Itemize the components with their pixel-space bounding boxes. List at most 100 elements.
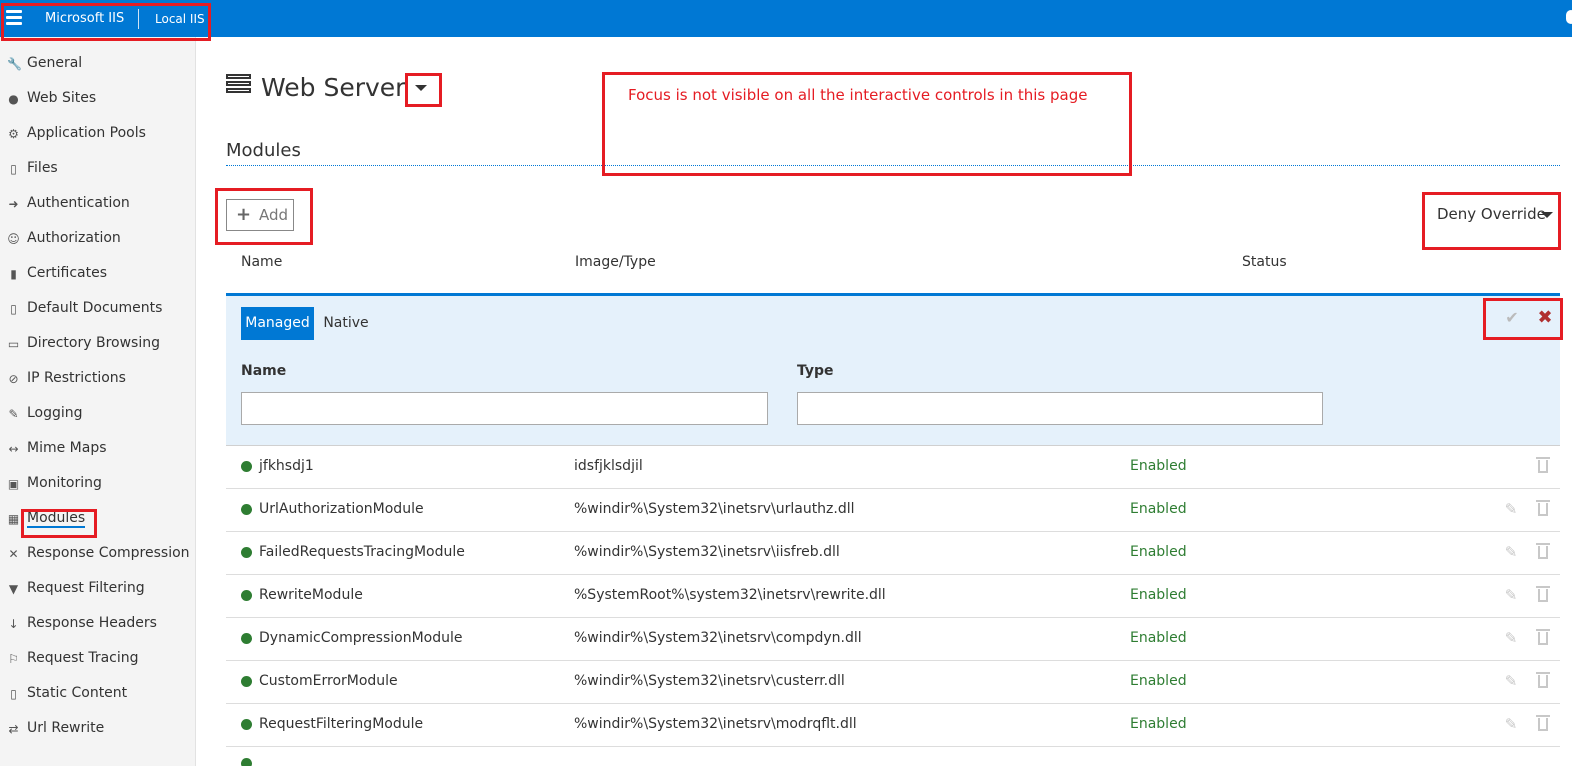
table-row-partial[interactable]: [226, 754, 1560, 766]
module-image: idsfjklsdjil: [574, 458, 643, 474]
trash-icon[interactable]: [1534, 543, 1552, 561]
status-dot-icon: [241, 633, 252, 644]
sidebar-item-authorization[interactable]: ☺ Authorization: [0, 225, 196, 255]
server-icon: [226, 74, 251, 96]
sidebar-item-response-compression[interactable]: ✕ Response Compression: [0, 540, 196, 570]
sidebar-item-label: IP Restrictions: [27, 370, 126, 386]
sidebar-item-label: Request Tracing: [27, 650, 139, 666]
module-name: RewriteModule: [259, 587, 363, 603]
column-header-status[interactable]: Status: [1242, 254, 1287, 270]
top-bar: Microsoft IIS Local IIS: [0, 0, 1572, 37]
trash-icon[interactable]: [1534, 629, 1552, 647]
trash-icon[interactable]: [1534, 715, 1552, 733]
module-status: Enabled: [1130, 587, 1187, 603]
pencil-icon[interactable]: ✎: [1502, 629, 1520, 647]
status-dot-icon: [241, 676, 252, 687]
annotation-box-title-dropdown: [405, 73, 442, 107]
sidebar-item-response-headers[interactable]: ↓ Response Headers: [0, 610, 196, 640]
sidebar-item-label: Static Content: [27, 685, 128, 701]
sidebar-item-ip-restrictions[interactable]: ⊘ IP Restrictions: [0, 365, 196, 395]
table-row[interactable]: RequestFilteringModule %windir%\System32\…: [226, 704, 1560, 747]
annotation-box-topbar: [1, 3, 211, 41]
gears-icon: ⚙: [8, 127, 19, 141]
tab-managed[interactable]: Managed: [241, 307, 314, 340]
file-icon: ▯: [10, 687, 17, 701]
module-status: Enabled: [1130, 544, 1187, 560]
sidebar-item-certificates[interactable]: ▮ Certificates: [0, 260, 196, 290]
sidebar-item-general[interactable]: 🔧 General: [0, 50, 196, 80]
sidebar-item-directory-browsing[interactable]: ▭ Directory Browsing: [0, 330, 196, 360]
arrow-down-icon: ↓: [8, 617, 19, 631]
sidebar-item-web-sites[interactable]: ● Web Sites: [0, 85, 196, 115]
module-name: UrlAuthorizationModule: [259, 501, 424, 517]
trash-icon[interactable]: [1534, 586, 1552, 604]
document-icon: ▯: [10, 302, 17, 316]
sidebar-item-authentication[interactable]: ➜ Authentication: [0, 190, 196, 220]
sidebar-item-label: Default Documents: [27, 300, 163, 316]
sidebar-item-label: Web Sites: [27, 90, 97, 106]
pencil-icon[interactable]: ✎: [1502, 672, 1520, 690]
module-name: CustomErrorModule: [259, 673, 398, 689]
wrench-icon: 🔧: [7, 57, 22, 71]
module-name: FailedRequestsTracingModule: [259, 544, 465, 560]
annotation-box-confirm-cancel: [1483, 298, 1563, 340]
pencil-icon[interactable]: ✎: [1502, 715, 1520, 733]
sidebar-item-mime-maps[interactable]: ↔ Mime Maps: [0, 435, 196, 465]
table-row[interactable]: CustomErrorModule %windir%\System32\inets…: [226, 661, 1560, 704]
arrows-h-icon: ↔: [8, 442, 19, 456]
sidebar-item-label: Authentication: [27, 195, 130, 211]
status-dot-icon: [241, 504, 252, 515]
table-row[interactable]: FailedRequestsTracingModule %windir%\Syst…: [226, 532, 1560, 575]
ban-icon: ⊘: [8, 372, 19, 386]
module-status: Enabled: [1130, 501, 1187, 517]
sidebar-item-files[interactable]: ▯ Files: [0, 155, 196, 185]
status-dot-icon: [241, 758, 252, 766]
sign-in-icon: ➜: [8, 197, 19, 211]
module-name: jfkhsdj1: [259, 458, 314, 474]
module-name: DynamicCompressionModule: [259, 630, 463, 646]
type-field-label: Type: [797, 363, 834, 379]
files-icon: ▯: [10, 162, 17, 176]
name-input[interactable]: [241, 392, 768, 425]
sidebar-item-request-tracing[interactable]: ⚐ Request Tracing: [0, 645, 196, 675]
pencil-icon[interactable]: ✎: [1502, 500, 1520, 518]
folder-open-icon: ▭: [7, 337, 20, 351]
medkit-icon: ▣: [7, 477, 20, 491]
sidebar-item-static-content[interactable]: ▯ Static Content: [0, 680, 196, 710]
type-input[interactable]: [797, 392, 1323, 425]
module-image: %SystemRoot%\system32\inetsrv\rewrite.dl…: [574, 587, 886, 603]
trash-icon[interactable]: [1534, 457, 1552, 475]
trash-icon[interactable]: [1534, 672, 1552, 690]
column-header-image-type[interactable]: Image/Type: [575, 254, 656, 270]
pencil-icon[interactable]: ✎: [1502, 543, 1520, 561]
compress-icon: ✕: [8, 547, 19, 561]
module-image: %windir%\System32\inetsrv\iisfreb.dll: [574, 544, 840, 560]
table-row[interactable]: RewriteModule %SystemRoot%\system32\inets…: [226, 575, 1560, 618]
module-image: %windir%\System32\inetsrv\custerr.dll: [574, 673, 845, 689]
sidebar-item-monitoring[interactable]: ▣ Monitoring: [0, 470, 196, 500]
sidebar-item-url-rewrite[interactable]: ⇄ Url Rewrite: [0, 715, 196, 745]
sidebar-item-label: Request Filtering: [27, 580, 145, 596]
tab-native[interactable]: Native: [314, 307, 378, 340]
table-row[interactable]: UrlAuthorizationModule %windir%\System32\…: [226, 489, 1560, 532]
table-row[interactable]: DynamicCompressionModule %windir%\System3…: [226, 618, 1560, 661]
module-status: Enabled: [1130, 673, 1187, 689]
status-dot-icon: [241, 547, 252, 558]
pencil-icon[interactable]: ✎: [1502, 586, 1520, 604]
filter-icon: ▼: [8, 582, 19, 596]
column-header-name[interactable]: Name: [241, 254, 282, 270]
sidebar-item-label: Response Compression: [27, 545, 190, 561]
settings-icon[interactable]: [1566, 10, 1572, 24]
sidebar-item-application-pools[interactable]: ⚙ Application Pools: [0, 120, 196, 150]
module-status: Enabled: [1130, 716, 1187, 732]
trash-icon[interactable]: [1534, 500, 1552, 518]
sidebar-item-request-filtering[interactable]: ▼ Request Filtering: [0, 575, 196, 605]
table-row[interactable]: jfkhsdj1 idsfjklsdjil Enabled: [226, 446, 1560, 489]
grid-icon: ▦: [7, 512, 20, 526]
lock-icon: ▮: [10, 267, 17, 281]
status-dot-icon: [241, 590, 252, 601]
sidebar-item-label: Files: [27, 160, 58, 176]
module-name: RequestFilteringModule: [259, 716, 424, 732]
sidebar-item-default-documents[interactable]: ▯ Default Documents: [0, 295, 196, 325]
sidebar-item-logging[interactable]: ✎ Logging: [0, 400, 196, 430]
